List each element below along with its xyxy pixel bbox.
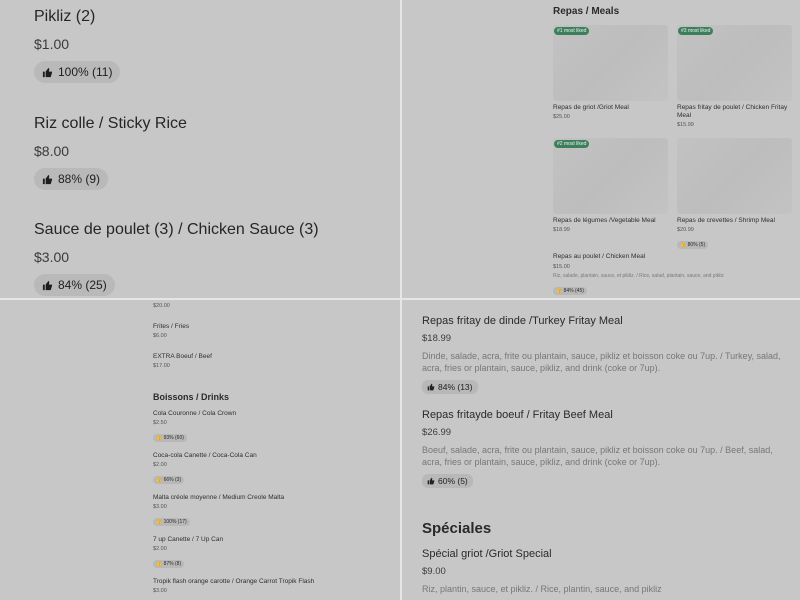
item-price: $6.00 <box>153 333 167 339</box>
item-price: $17.00 <box>153 363 170 369</box>
rating-text: 100% (17) <box>163 519 187 525</box>
item-name: Repas fritay de dinde /Turkey Fritay Mea… <box>422 315 623 327</box>
rating-badge: 100% (11) <box>34 61 121 83</box>
meal-name: Repas de crevettes / Shrimp Meal <box>677 217 775 224</box>
item-price: $20.00 <box>153 303 170 309</box>
rating-badge: 👍 87% (8) <box>153 560 185 568</box>
item-price: $3.00 <box>153 504 167 510</box>
drink-item-7up[interactable]: 7 up Canette / 7 Up Can $2.00 👍 87% (8) <box>153 536 223 570</box>
meal-name: Repas au poulet / Chicken Meal <box>553 253 646 260</box>
rating-badge: 60% (5) <box>422 474 473 489</box>
most-liked-badge: #3 most liked <box>678 27 714 35</box>
meal-card-griot[interactable]: #1 most liked Repas de griot /Griot Meal… <box>553 25 668 120</box>
rating-text: 84% (25) <box>58 278 107 292</box>
menu-item-fries[interactable]: Frites / Fries $6.00 <box>153 323 189 339</box>
meal-price: $15.99 <box>677 122 694 129</box>
rating-badge: 👍 93% (60) <box>153 434 187 442</box>
item-name: Frites / Fries <box>153 323 190 330</box>
meal-image <box>677 138 792 214</box>
most-liked-badge: #1 most liked <box>554 27 590 35</box>
item-name: Cola Couronne / Cola Crown <box>153 410 237 417</box>
meal-description: Riz, salade, plantain, sauce, et pikliz.… <box>553 273 724 279</box>
rating-text: 60% (5) <box>438 476 468 487</box>
meal-name: Repas fritay de poulet / Chicken Fritay … <box>677 104 788 120</box>
item-name: EXTRA Boeuf / Beef <box>153 353 212 360</box>
rating-text: 93% (60) <box>163 435 184 441</box>
menu-item-beef-fritay[interactable]: Repas fritayde boeuf / Fritay Beef Meal … <box>422 409 782 490</box>
item-price: $26.99 <box>422 427 452 438</box>
menu-item-turkey-fritay[interactable]: Repas fritay de dinde /Turkey Fritay Mea… <box>422 315 782 396</box>
menu-item-extra-beef[interactable]: EXTRA Boeuf / Beef $17.00 <box>153 353 212 369</box>
meal-image: #1 most liked <box>553 25 668 101</box>
item-price: $3.00 <box>153 588 167 594</box>
meal-name: Repas de légumes /Vegetable Meal <box>553 217 656 224</box>
menu-item-chicken-sauce[interactable]: Sauce de poulet (3) / Chicken Sauce (3) … <box>34 221 319 296</box>
item-price: $2.00 <box>153 546 167 552</box>
rating-badge: 👍 84% (45) <box>553 287 587 295</box>
meal-card-chicken-fritay[interactable]: #3 most liked Repas fritay de poulet / C… <box>677 25 792 128</box>
item-price: $3.00 <box>34 249 70 265</box>
item-name: Coca-cola Canette / Coca-Cola Can <box>153 452 257 459</box>
item-price: $1.00 <box>34 36 70 52</box>
item-name: Repas fritayde boeuf / Fritay Beef Meal <box>422 409 613 421</box>
thumbs-up-icon <box>427 477 435 485</box>
menu-item-pikliz[interactable]: Pikliz (2) $1.00 100% (11) <box>34 8 121 83</box>
item-price: $9.00 <box>422 566 446 577</box>
meal-image: #2 most liked <box>553 138 668 214</box>
item-description: Dinde, salade, acra, frite ou plantain, … <box>422 351 781 374</box>
meal-price: $15.00 <box>553 264 570 270</box>
rating-badge: 👍 66% (3) <box>153 476 185 484</box>
thumbs-up-icon <box>42 67 53 77</box>
thumbs-up-icon <box>42 174 53 184</box>
rating-text: 100% (11) <box>58 65 113 79</box>
drink-item-malta[interactable]: Malta créole moyenne / Medium Creole Mal… <box>153 494 284 528</box>
item-price: $2.00 <box>153 462 167 468</box>
item-name: Malta créole moyenne / Medium Creole Mal… <box>153 494 285 501</box>
meal-card-vegetable[interactable]: #2 most liked Repas de légumes /Vegetabl… <box>553 138 668 233</box>
meal-item-chicken[interactable]: Repas au poulet / Chicken Meal $15.00 Ri… <box>553 253 783 297</box>
zoomed-menu-panel: Pikliz (2) $1.00 100% (11) Riz colle / S… <box>0 0 400 298</box>
item-name: 7 up Canette / 7 Up Can <box>153 536 224 543</box>
most-liked-badge: #2 most liked <box>554 140 590 148</box>
rating-text: 80% (5) <box>687 242 706 249</box>
drink-item-coca-cola[interactable]: Coca-cola Canette / Coca-Cola Can $2.00 … <box>153 452 257 486</box>
rating-text: 66% (3) <box>163 477 182 483</box>
meal-image: #3 most liked <box>677 25 792 101</box>
item-name: Sauce de poulet (3) / Chicken Sauce (3) <box>34 221 319 238</box>
item-price: $18.99 <box>422 333 452 344</box>
list-item-price-fragment: $20.00 <box>153 303 170 309</box>
section-title-specials: Spéciales <box>422 520 492 537</box>
item-price: $8.00 <box>34 143 70 159</box>
item-name: Spécial griot /Griot Special <box>422 548 552 560</box>
rating-badge: 88% (9) <box>34 168 109 190</box>
menu-item-griot-special[interactable]: Spécial griot /Griot Special $9.00 Riz, … <box>422 548 782 595</box>
rating-badge: 👍 100% (17) <box>153 518 190 526</box>
meal-price: $20.99 <box>677 227 694 234</box>
item-description: Riz, plantin, sauce, et pikliz. / Rice, … <box>422 584 662 594</box>
section-title-meals: Repas / Meals <box>553 6 620 17</box>
drink-item-tropik-flash[interactable]: Tropik flash orange carotte / Orange Car… <box>153 578 314 594</box>
rating-badge: 84% (13) <box>422 380 478 395</box>
rating-text: 88% (9) <box>58 172 101 186</box>
section-title-drinks: Boissons / Drinks <box>153 392 230 402</box>
rating-text: 84% (13) <box>438 382 473 393</box>
meal-name: Repas de griot /Griot Meal <box>553 104 629 111</box>
item-price: $2.50 <box>153 420 167 426</box>
item-description: Boeuf, salade, acra, frite ou plantain, … <box>422 445 773 468</box>
thumbs-up-icon <box>427 383 435 391</box>
rating-text: 87% (8) <box>163 561 182 567</box>
rating-badge: 84% (25) <box>34 274 115 296</box>
menu-item-sticky-rice[interactable]: Riz colle / Sticky Rice $8.00 88% (9) <box>34 115 187 190</box>
rating-badge: 👍 80% (5) <box>677 241 709 250</box>
item-name: Riz colle / Sticky Rice <box>34 115 187 132</box>
meal-card-shrimp[interactable]: Repas de crevettes / Shrimp Meal $20.99 … <box>677 138 792 251</box>
meal-price: $18.99 <box>553 227 570 234</box>
item-name: Pikliz (2) <box>34 8 96 25</box>
thumbs-up-icon <box>42 280 53 290</box>
rating-text: 84% (45) <box>563 288 584 294</box>
item-name: Tropik flash orange carotte / Orange Car… <box>153 578 315 585</box>
drink-item-cola-crown[interactable]: Cola Couronne / Cola Crown $2.50 👍 93% (… <box>153 410 236 444</box>
meal-price: $25.00 <box>553 114 570 121</box>
